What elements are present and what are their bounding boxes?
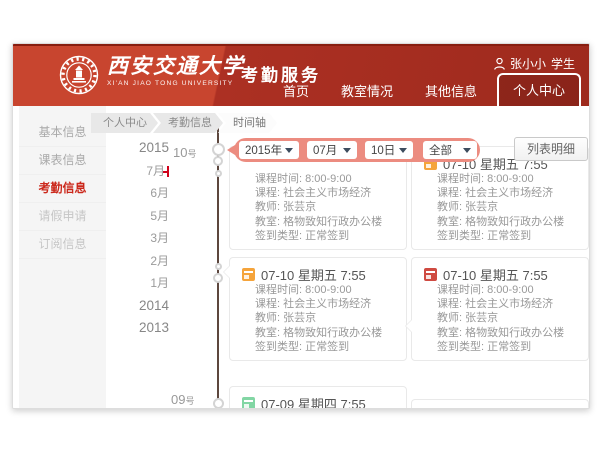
- month-dropdown-value: 07月: [313, 142, 337, 158]
- app-window: 西安交通大学 XI'AN JIAO TONG UNIVERSITY 考勤服务 张…: [12, 43, 590, 409]
- card-field-课程时间: 课程时间: 8:00-9:00: [424, 283, 576, 297]
- sidebar-item-schedule-info[interactable]: 课表信息: [19, 147, 106, 175]
- sidebar-item-subscription-info[interactable]: 订阅信息: [19, 231, 106, 259]
- timeline-month-2月[interactable]: 2月: [111, 250, 169, 273]
- chevron-down-icon: [285, 148, 293, 153]
- card-field-签到类型: 签到类型: 正常签到: [242, 340, 394, 354]
- card-field-课程: 课程: 社会主义市场经济: [424, 186, 576, 200]
- timeline-month-5月[interactable]: 5月: [111, 205, 169, 228]
- calendar-icon: [242, 268, 255, 281]
- day-marker-10-num: 10: [173, 145, 187, 160]
- card-title-text: 07-10 星期五 7:55: [443, 265, 548, 284]
- attendance-card-row3-left: 07-09 星期四 7:55: [229, 386, 407, 409]
- card-field-签到类型: 签到类型: 正常签到: [242, 229, 394, 243]
- card-field-课程时间: 课程时间: 8:00-9:00: [424, 172, 576, 186]
- timeline-month-3月[interactable]: 3月: [111, 227, 169, 250]
- card-field-课程: 课程: 社会主义市场经济: [242, 186, 394, 200]
- card-field-教师: 教师: 张芸京: [424, 311, 576, 325]
- timeline-year-2014[interactable]: 2014: [111, 295, 169, 318]
- user-role: 学生: [551, 55, 575, 72]
- sidebar: 基本信息 课表信息 考勤信息 请假申请 订阅信息: [19, 106, 106, 408]
- card-title-text: 07-09 星期四 7:55: [261, 394, 366, 410]
- timeline-month-list: 20157月6月5月3月2月1月20142013: [111, 137, 169, 340]
- sidebar-item-leave-request[interactable]: 请假申请: [19, 203, 106, 231]
- card-field-签到类型: 签到类型: 正常签到: [424, 229, 576, 243]
- year-dropdown-value: 2015年: [245, 142, 282, 158]
- nav-classroom-status[interactable]: 教室情况: [329, 75, 405, 106]
- timeline-month-7月[interactable]: 7月: [111, 160, 169, 183]
- timeline-month-6月[interactable]: 6月: [111, 182, 169, 205]
- content-area: 基本信息 课表信息 考勤信息 请假申请 订阅信息 个人中心 考勤信息 时间轴 2…: [13, 106, 589, 408]
- card-field-签到类型: 签到类型: 正常签到: [424, 340, 576, 354]
- timeline-node-icon: [213, 273, 223, 283]
- card-title-text: 07-10 星期五 7:55: [261, 265, 366, 284]
- card-field-教室: 教室: 格物致知行政办公楼: [242, 215, 394, 229]
- card-tail-pointer: [224, 266, 230, 278]
- app-header: 西安交通大学 XI'AN JIAO TONG UNIVERSITY 考勤服务 张…: [13, 44, 589, 106]
- year-dropdown[interactable]: 2015年: [239, 141, 299, 159]
- calendar-icon: [424, 268, 437, 281]
- month-dropdown[interactable]: 07月: [307, 141, 357, 159]
- university-name-en: XI'AN JIAO TONG UNIVERSITY: [107, 80, 245, 87]
- day-marker-10: 10号: [173, 145, 196, 160]
- day-dropdown[interactable]: 10日: [365, 141, 413, 159]
- list-detail-button[interactable]: 列表明细: [514, 137, 588, 161]
- card-field-课程时间: 课程时间: 8:00-9:00: [242, 283, 394, 297]
- calendar-icon: [242, 397, 255, 410]
- day-marker-09-suffix: 号: [185, 396, 194, 406]
- card-field-课程时间: 课程时间: 8:00-9:00: [242, 172, 394, 186]
- type-dropdown-value: 全部: [429, 142, 452, 158]
- card-field-课程: 课程: 社会主义市场经济: [242, 297, 394, 311]
- card-field-教室: 教室: 格物致知行政办公楼: [242, 326, 394, 340]
- user-name: 张小小: [510, 55, 546, 72]
- chevron-down-icon: [399, 148, 407, 153]
- breadcrumb-personal-center[interactable]: 个人中心: [91, 113, 158, 133]
- filter-bar: 2015年 07月 10日 全部: [234, 138, 480, 162]
- card-title: 07-10 星期五 7:55: [242, 265, 394, 283]
- chevron-down-icon: [343, 148, 351, 153]
- university-name-cn: 西安交通大学: [107, 53, 245, 79]
- attendance-card-row2-left: 07-10 星期五 7:55课程时间: 8:00-9:00课程: 社会主义市场经…: [229, 257, 407, 361]
- sidebar-item-attendance-info[interactable]: 考勤信息: [19, 175, 106, 203]
- university-logo-icon: [59, 55, 99, 95]
- timeline-year-2013[interactable]: 2013: [111, 317, 169, 340]
- attendance-card-row3-right: [411, 399, 589, 409]
- card-field-课程: 课程: 社会主义市场经济: [424, 297, 576, 311]
- user-info[interactable]: 张小小 学生: [494, 55, 575, 72]
- nav-personal-center[interactable]: 个人中心: [497, 73, 581, 106]
- card-tail-pointer: [406, 320, 412, 332]
- timeline-node-icon: [212, 143, 225, 156]
- timeline-node-icon: [213, 398, 224, 409]
- day-marker-09: 09号: [171, 392, 194, 407]
- page-background: { "header": { "university_cn": "西安交通大学",…: [0, 0, 600, 450]
- nav-home[interactable]: 首页: [271, 75, 321, 106]
- attendance-card-row2-right: 07-10 星期五 7:55课程时间: 8:00-9:00课程: 社会主义市场经…: [411, 257, 589, 361]
- type-dropdown[interactable]: 全部: [423, 141, 477, 159]
- breadcrumb-attendance-info[interactable]: 考勤信息: [153, 113, 223, 133]
- card-field-教室: 教室: 格物致知行政办公楼: [424, 215, 576, 229]
- main-nav: 首页 教室情况 其他信息 个人中心: [263, 73, 581, 106]
- timeline-node-icon: [215, 170, 222, 177]
- card-field-教师: 教师: 张芸京: [242, 200, 394, 214]
- current-month-tick: [167, 166, 169, 177]
- day-marker-10-suffix: 号: [187, 149, 196, 159]
- person-icon: [494, 58, 505, 70]
- timeline-month-1月[interactable]: 1月: [111, 272, 169, 295]
- timeline-year-2015[interactable]: 2015: [111, 137, 169, 160]
- timeline-node-icon: [215, 263, 222, 270]
- university-name-block: 西安交通大学 XI'AN JIAO TONG UNIVERSITY: [107, 53, 245, 87]
- card-field-教师: 教师: 张芸京: [424, 200, 576, 214]
- card-title: 07-10 星期五 7:55: [424, 265, 576, 283]
- card-field-教师: 教师: 张芸京: [242, 311, 394, 325]
- card-title: [424, 407, 576, 409]
- breadcrumb: 个人中心 考勤信息 时间轴: [91, 113, 277, 133]
- breadcrumb-timeline[interactable]: 时间轴: [218, 113, 277, 133]
- day-dropdown-value: 10日: [371, 142, 395, 158]
- card-title: 07-09 星期四 7:55: [242, 394, 394, 409]
- card-field-教室: 教室: 格物致知行政办公楼: [424, 326, 576, 340]
- nav-other-info[interactable]: 其他信息: [413, 75, 489, 106]
- timeline-node-icon: [213, 156, 223, 166]
- chevron-down-icon: [463, 148, 471, 153]
- day-marker-09-num: 09: [171, 392, 185, 407]
